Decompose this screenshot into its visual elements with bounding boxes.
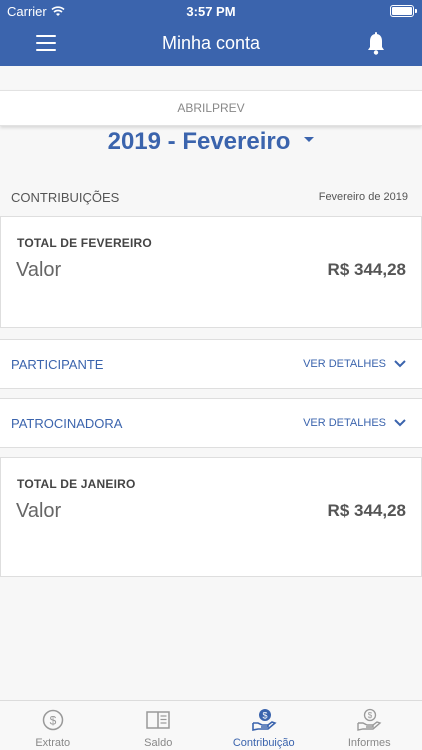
details-label: VER DETALHES: [303, 417, 386, 429]
status-bar: Carrier 3:57 PM: [0, 0, 422, 22]
svg-text:$: $: [368, 711, 373, 720]
card-valor-label: Valor: [16, 259, 62, 281]
card-valor-label: Valor: [16, 500, 62, 522]
svg-text:$: $: [49, 714, 56, 728]
tab-bar: $ Extrato Saldo $ Contribuição $ Informe…: [0, 700, 422, 750]
tab-label: Saldo: [144, 737, 173, 749]
patrocinadora-details-link[interactable]: VER DETALHES: [303, 417, 406, 429]
participante-row[interactable]: PARTICIPANTE VER DETALHES: [0, 339, 422, 389]
section-date: Fevereiro de 2019: [318, 191, 408, 203]
patrocinadora-label: PATROCINADORA: [11, 416, 123, 431]
clock: 3:57 PM: [186, 4, 236, 19]
chevron-down-icon: [394, 360, 406, 368]
period-selector[interactable]: 2019 - Fevereiro: [0, 128, 422, 156]
navigation-bar: Minha conta: [0, 22, 422, 66]
total-fevereiro-card: TOTAL DE FEVEREIRO Valor R$ 344,28: [0, 216, 422, 328]
notification-bell-icon[interactable]: [366, 32, 386, 56]
battery-icon: [390, 5, 417, 17]
chevron-down-icon: [394, 419, 406, 427]
tab-label: Contribuição: [232, 737, 295, 749]
period-label: 2019 - Fevereiro: [107, 128, 291, 155]
card-amount: R$ 344,28: [327, 260, 406, 279]
tab-saldo[interactable]: Saldo: [106, 701, 212, 750]
tab-contribuicao[interactable]: $ Contribuição: [211, 701, 317, 750]
patrocinadora-row[interactable]: PATROCINADORA VER DETALHES: [0, 398, 422, 448]
tab-extrato[interactable]: $ Extrato: [0, 701, 106, 750]
details-label: VER DETALHES: [303, 358, 386, 370]
card-amount: R$ 344,28: [327, 501, 406, 520]
tab-label: Extrato: [35, 737, 71, 749]
participante-details-link[interactable]: VER DETALHES: [303, 358, 406, 370]
ledger-book-icon: [146, 711, 170, 729]
svg-text:$: $: [262, 711, 267, 721]
card-label: TOTAL DE JANEIRO: [17, 477, 136, 491]
section-title: CONTRIBUIÇÕES: [11, 190, 120, 205]
hand-dollar-icon: $: [357, 708, 382, 731]
tab-informes[interactable]: $ Informes: [317, 701, 422, 750]
total-janeiro-card: TOTAL DE JANEIRO Valor R$ 344,28: [0, 457, 422, 577]
hand-coin-icon: $: [251, 709, 277, 731]
page-title: Minha conta: [161, 33, 261, 53]
dropdown-caret-icon: [304, 137, 315, 143]
participante-label: PARTICIPANTE: [11, 357, 104, 372]
tab-label: Informes: [347, 737, 391, 749]
contributions-section-header: CONTRIBUIÇÕES Fevereiro de 2019: [0, 190, 422, 206]
plan-subheader: ABRILPREV: [0, 90, 422, 126]
dollar-coin-icon: $: [42, 709, 63, 731]
card-label: TOTAL DE FEVEREIRO: [17, 236, 152, 250]
